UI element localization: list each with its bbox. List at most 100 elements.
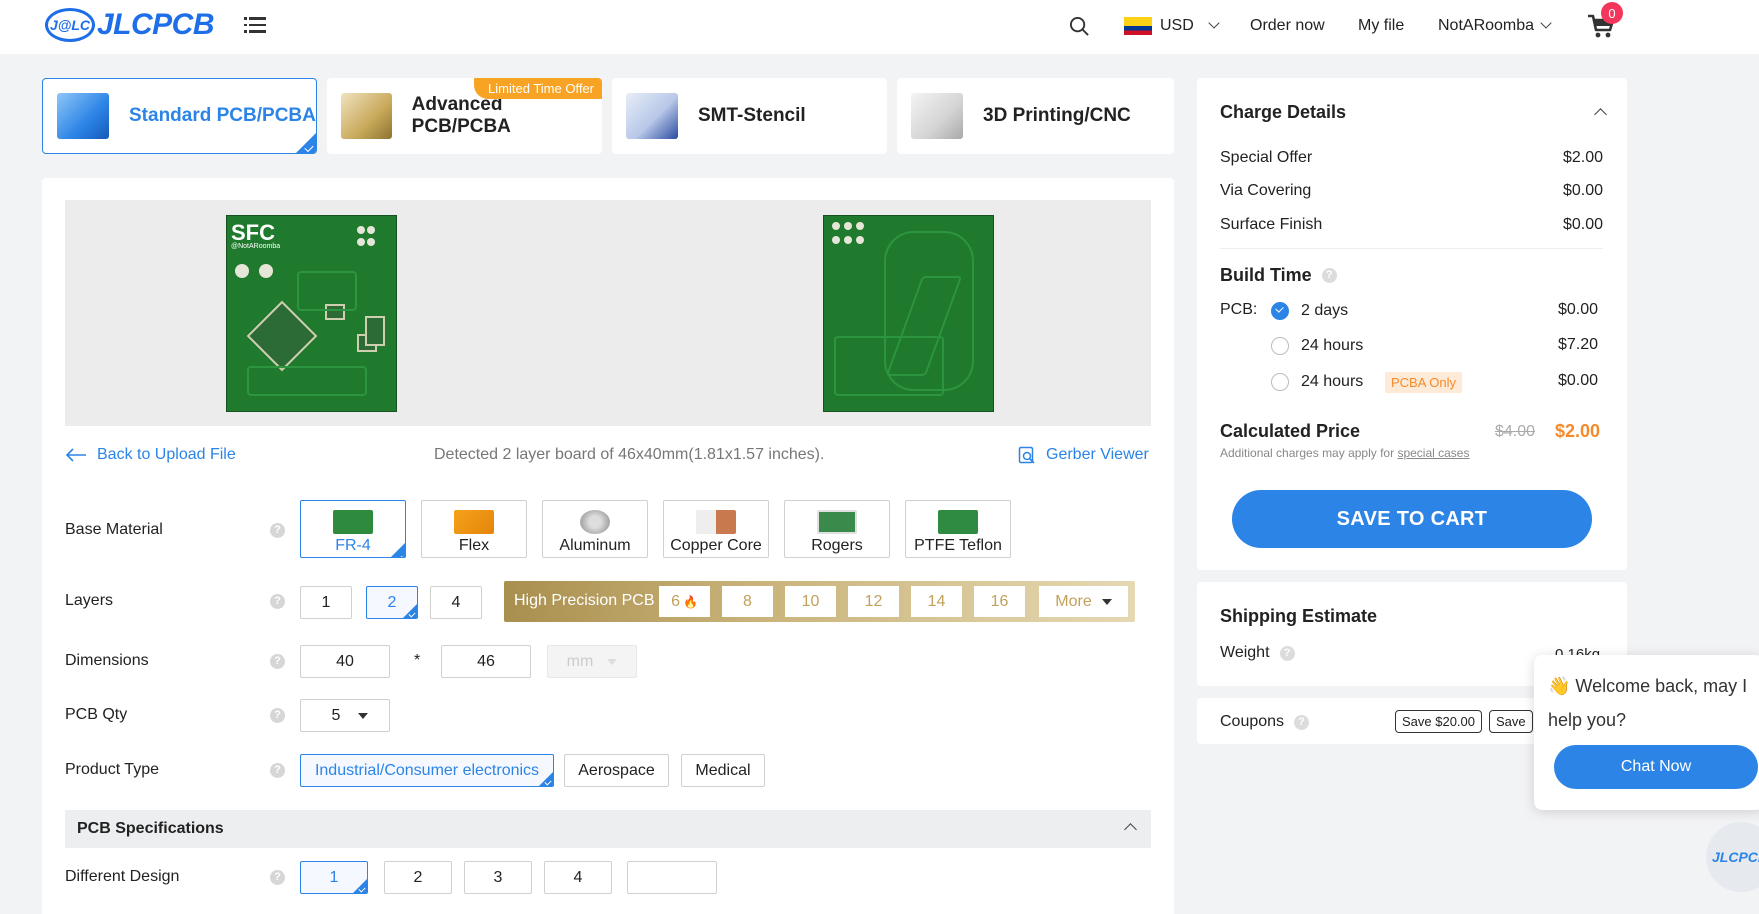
gerber-viewer-link[interactable]: Gerber Viewer [1018, 446, 1149, 464]
more-layers-dropdown[interactable]: More [1039, 586, 1128, 617]
original-price: $4.00 [1495, 423, 1536, 440]
help-icon[interactable]: ? [270, 523, 285, 538]
standard-pcb-icon [57, 93, 109, 139]
material-option-flex[interactable]: Flex [421, 500, 527, 558]
tab-standard-pcb[interactable]: Standard PCB/PCBA [42, 78, 317, 154]
charge-label: Via Covering [1220, 182, 1312, 199]
help-icon[interactable]: ? [1321, 268, 1337, 283]
design-option-3[interactable]: 3 [464, 861, 532, 894]
stencil-icon [626, 93, 678, 139]
high-precision-pcb-bar: High Precision PCB 6 🔥 8 10 12 14 16 More [504, 581, 1135, 622]
layer-option-10[interactable]: 10 [785, 586, 836, 617]
help-icon[interactable]: ? [270, 594, 285, 609]
more-label: More [1055, 592, 1092, 610]
search-icon[interactable] [1069, 16, 1090, 37]
material-label: Flex [458, 537, 490, 554]
tab-smt-stencil[interactable]: SMT-Stencil [612, 78, 887, 154]
layer-option-1[interactable]: 1 [300, 586, 352, 619]
special-cases-link[interactable]: special cases [1397, 446, 1469, 460]
layer-option-16[interactable]: 16 [974, 586, 1025, 617]
selected-check-icon [296, 133, 316, 153]
build-time-radio-2days[interactable] [1271, 302, 1289, 320]
user-menu[interactable]: NotARoomba [1438, 17, 1552, 35]
chevron-up-icon [1124, 823, 1137, 836]
weight-label: Weight [1220, 644, 1270, 661]
layer-option-2[interactable]: 2 [366, 586, 418, 619]
currency-selector[interactable]: USD [1124, 17, 1220, 35]
colombia-flag-icon [1124, 17, 1152, 35]
width-input[interactable]: 40 [300, 645, 390, 678]
coupon-chip[interactable]: Save $20.00 [1395, 710, 1483, 733]
material-option-rogers[interactable]: Rogers [784, 500, 890, 558]
build-time-label: Build Time [1220, 265, 1312, 285]
dimension-separator: * [414, 652, 421, 669]
product-type-industrial[interactable]: Industrial/Consumer electronics [300, 754, 554, 787]
pcb-label: PCB: [1220, 301, 1258, 318]
layer-option-8[interactable]: 8 [722, 586, 773, 617]
material-label: Copper Core [670, 537, 762, 554]
help-icon[interactable]: ? [270, 763, 285, 778]
tab-label: Advanced PCB/PCBA [411, 94, 511, 137]
pcb-specifications-header[interactable]: PCB Specifications [65, 810, 1151, 848]
qty-value: 5 [331, 706, 341, 724]
height-input[interactable]: 46 [441, 645, 531, 678]
material-option-copper-core[interactable]: Copper Core [663, 500, 769, 558]
layer-option-4[interactable]: 4 [430, 586, 482, 619]
help-icon[interactable]: ? [1294, 714, 1310, 730]
cart-count-badge: 0 [1601, 2, 1623, 24]
gerber-viewer-icon [1018, 446, 1035, 464]
coupons-row: Coupons ? [1220, 713, 1310, 731]
product-type-aerospace[interactable]: Aerospace [564, 754, 669, 787]
flex-icon [454, 510, 494, 534]
build-time-radio-24h-pcba[interactable] [1271, 373, 1289, 391]
pcb-qty-select[interactable]: 5 [300, 699, 390, 732]
top-navigation-bar: J@LC JLCPCB USD Order now My file NotARo… [0, 0, 1759, 54]
board-top-image: SFC @NotARoomba [226, 215, 397, 412]
layers-label: Layers [65, 592, 114, 609]
tab-3d-printing[interactable]: 3D Printing/CNC [897, 78, 1174, 154]
layer-option-12[interactable]: 12 [848, 586, 899, 617]
material-label: FR-4 [335, 537, 371, 554]
chevron-up-icon[interactable] [1594, 108, 1607, 121]
save-to-cart-button[interactable]: SAVE TO CART [1232, 490, 1592, 548]
product-type-medical[interactable]: Medical [681, 754, 765, 787]
build-time-radio-24h[interactable] [1271, 337, 1289, 355]
material-option-aluminum[interactable]: Aluminum [542, 500, 648, 558]
my-file-link[interactable]: My file [1358, 17, 1404, 35]
design-option-1[interactable]: 1 [300, 861, 368, 894]
tab-advanced-pcb[interactable]: Advanced PCB/PCBA Limited Time Offer [327, 78, 602, 154]
hot-icon: 🔥 [682, 594, 698, 609]
design-option-custom-input[interactable] [627, 861, 717, 894]
chat-avatar[interactable]: JLCPCB [1706, 822, 1759, 892]
help-icon[interactable]: ? [270, 654, 285, 669]
logo-text: JLCPCB [97, 8, 215, 41]
design-option-4[interactable]: 4 [544, 861, 612, 894]
jlcpcb-logo[interactable]: J@LC JLCPCB [45, 8, 215, 42]
layer-option-label: 6 [671, 592, 680, 610]
unit-select[interactable]: mm [547, 645, 637, 678]
tab-label: 3D Printing/CNC [983, 105, 1131, 126]
pcb-order-form: SFC @NotARoomba Back to Upload File Dete… [42, 178, 1174, 914]
help-icon[interactable]: ? [270, 708, 285, 723]
material-option-ptfe[interactable]: PTFE Teflon [905, 500, 1011, 558]
charge-value: $2.00 [1562, 149, 1603, 166]
layer-option-6[interactable]: 6 🔥 [659, 586, 710, 617]
selected-check-icon [403, 604, 417, 618]
gerber-viewer-label: Gerber Viewer [1046, 446, 1149, 463]
help-icon[interactable]: ? [270, 870, 285, 885]
order-now-link[interactable]: Order now [1250, 17, 1325, 35]
currency-label: USD [1160, 17, 1194, 34]
chat-now-button[interactable]: Chat Now [1554, 745, 1758, 789]
help-icon[interactable]: ? [1279, 645, 1295, 661]
layer-option-14[interactable]: 14 [911, 586, 962, 617]
coupon-chip[interactable]: Save [1489, 710, 1533, 733]
selected-check-icon [353, 879, 367, 893]
back-to-upload-link[interactable]: Back to Upload File [65, 446, 236, 464]
dimensions-label: Dimensions [65, 652, 149, 669]
product-type-label: Product Type [65, 761, 159, 778]
coupons-label: Coupons [1220, 713, 1285, 730]
material-option-fr4[interactable]: FR-4 [300, 500, 406, 558]
design-option-2[interactable]: 2 [384, 861, 452, 894]
menu-icon[interactable] [244, 17, 266, 35]
fr4-icon [333, 510, 373, 534]
